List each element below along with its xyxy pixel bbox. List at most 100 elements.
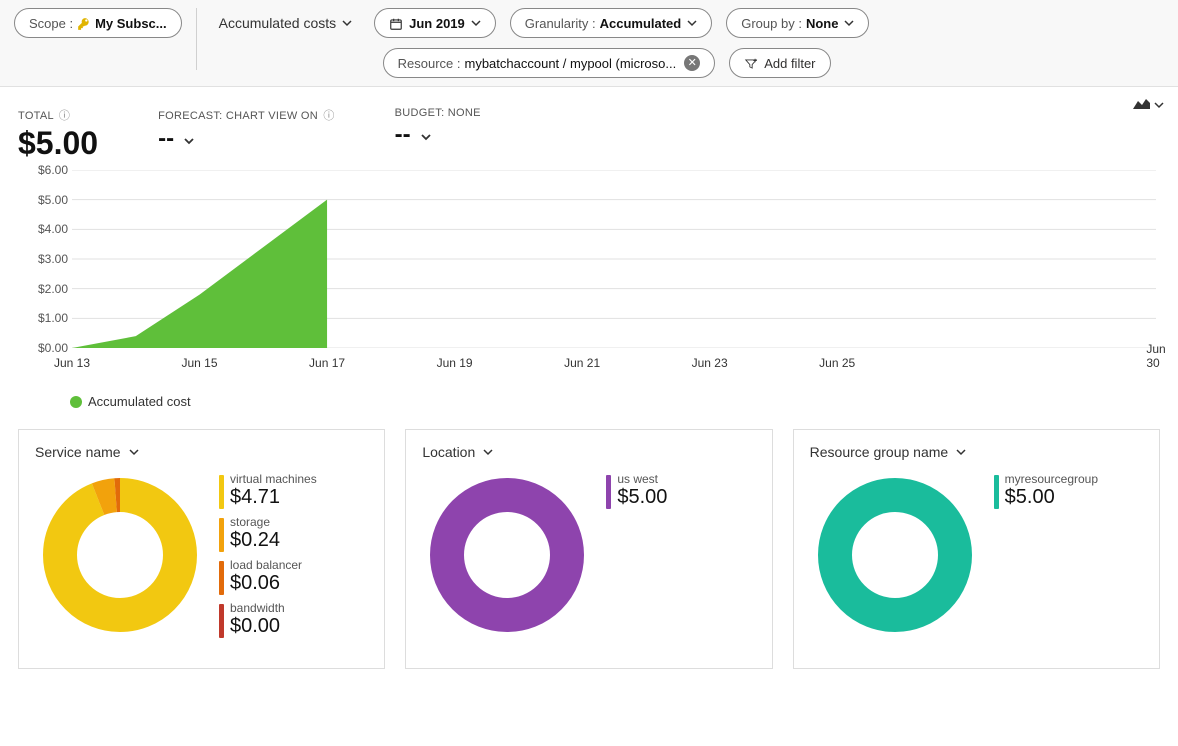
kpi-forecast-value: --	[158, 125, 174, 153]
chart-y-tick: $4.00	[18, 222, 68, 236]
legend-item: load balancer $0.06	[219, 558, 317, 595]
period-value: Jun 2019	[409, 16, 465, 31]
info-icon[interactable]: ⓘ	[323, 110, 334, 122]
legend-item-name: bandwidth	[230, 601, 285, 615]
card-body: virtual machines $4.71 storage $0.24	[35, 470, 368, 640]
key-icon	[77, 15, 91, 31]
legend-item-value: $0.06	[230, 572, 302, 595]
period-picker[interactable]: Jun 2019	[374, 8, 496, 38]
legend-item: storage $0.24	[219, 515, 317, 552]
legend-item: virtual machines $4.71	[219, 472, 317, 509]
calendar-icon	[389, 15, 403, 31]
kpi-row: TOTAL ⓘ $5.00 FORECAST: CHART VIEW ON ⓘ …	[0, 87, 1178, 170]
legend-item-name: myresourcegroup	[1005, 472, 1098, 486]
scope-value: My Subsc...	[95, 16, 167, 31]
legend-item-value: $0.24	[230, 529, 280, 552]
card-title-dropdown[interactable]: Location	[422, 444, 493, 460]
legend-label: Accumulated cost	[88, 394, 191, 409]
legend-swatch	[219, 561, 224, 595]
kpi-budget-value: --	[395, 121, 411, 149]
chart-x-tick: Jun 17	[309, 356, 345, 370]
add-filter-button[interactable]: Add filter	[729, 48, 830, 78]
kpi-total: TOTAL ⓘ $5.00	[18, 107, 98, 162]
card-title-label: Service name	[35, 444, 121, 460]
groupby-value: None	[806, 16, 839, 31]
legend-item: bandwidth $0.00	[219, 601, 317, 638]
filter-bar: Scope : My Subsc... Accumulated costs Ju…	[0, 0, 1178, 87]
legend-item-name: us west	[617, 472, 667, 486]
breakdown-card: Service name virtual machines $4.71	[18, 429, 385, 669]
chart-y-tick: $5.00	[18, 193, 68, 207]
chevron-down-icon[interactable]	[421, 121, 431, 149]
kpi-budget: BUDGET: NONE --	[395, 107, 481, 149]
breakdown-card: Location us west $5.00	[405, 429, 772, 669]
donut-chart	[422, 470, 592, 640]
chart-x-tick: Jun 15	[182, 356, 218, 370]
chart-x-tick: Jun 21	[564, 356, 600, 370]
legend-item-name: load balancer	[230, 558, 302, 572]
scope-section: Scope : My Subsc...	[14, 8, 197, 70]
legend-item-name: virtual machines	[230, 472, 317, 486]
granularity-picker[interactable]: Granularity : Accumulated	[510, 8, 712, 38]
chart-x-tick: Jun 30	[1146, 342, 1165, 370]
groupby-picker[interactable]: Group by : None	[726, 8, 869, 38]
chevron-down-icon[interactable]	[184, 125, 194, 153]
clear-filter-icon[interactable]: ✕	[684, 55, 700, 71]
legend-item-value: $4.71	[230, 486, 317, 509]
filter-row-2: Resource : mybatchaccount / mypool (micr…	[211, 48, 870, 78]
card-body: us west $5.00	[422, 470, 755, 640]
chevron-down-icon	[844, 16, 854, 31]
chart-x-tick: Jun 19	[437, 356, 473, 370]
resource-filter[interactable]: Resource : mybatchaccount / mypool (micr…	[383, 48, 716, 78]
card-title-dropdown[interactable]: Service name	[35, 444, 139, 460]
chevron-down-icon	[483, 444, 493, 460]
legend-item-value: $5.00	[617, 486, 667, 509]
chart-y-tick: $1.00	[18, 311, 68, 325]
chart-y-tick: $2.00	[18, 282, 68, 296]
groupby-label: Group by :	[741, 16, 802, 31]
chevron-down-icon	[129, 444, 139, 460]
chart-legend: Accumulated cost	[70, 394, 1178, 409]
card-title-dropdown[interactable]: Resource group name	[810, 444, 967, 460]
chevron-down-icon	[342, 15, 352, 31]
legend-item-name: storage	[230, 515, 280, 529]
resource-value: mybatchaccount / mypool (microso...	[465, 56, 677, 71]
chevron-down-icon	[687, 16, 697, 31]
chart-x-tick: Jun 13	[54, 356, 90, 370]
kpi-total-label: TOTAL	[18, 110, 54, 122]
kpi-total-value: $5.00	[18, 125, 98, 162]
legend-item-value: $0.00	[230, 615, 285, 638]
granularity-value: Accumulated	[600, 16, 682, 31]
breakdown-cards: Service name virtual machines $4.71	[0, 409, 1178, 669]
scope-label: Scope :	[29, 16, 73, 31]
chart-x-tick: Jun 23	[692, 356, 728, 370]
legend-item: myresourcegroup $5.00	[994, 472, 1098, 509]
chevron-down-icon	[1154, 98, 1164, 113]
legend-list: us west $5.00	[606, 472, 667, 509]
view-dropdown[interactable]: Accumulated costs	[211, 8, 361, 38]
chevron-down-icon	[956, 444, 966, 460]
legend-swatch	[606, 475, 611, 509]
chart-y-tick: $3.00	[18, 252, 68, 266]
legend-item-value: $5.00	[1005, 486, 1098, 509]
legend-list: myresourcegroup $5.00	[994, 472, 1098, 509]
legend-swatch	[219, 475, 224, 509]
chart-x-tick: Jun 25	[819, 356, 855, 370]
kpi-forecast: FORECAST: CHART VIEW ON ⓘ --	[158, 107, 335, 153]
info-icon[interactable]: ⓘ	[59, 110, 70, 122]
resource-label: Resource :	[398, 56, 461, 71]
chevron-down-icon	[471, 16, 481, 31]
chart-y-tick: $0.00	[18, 341, 68, 355]
legend-swatch	[70, 396, 82, 408]
legend-item: us west $5.00	[606, 472, 667, 509]
donut-chart	[810, 470, 980, 640]
chart-type-toggle[interactable]	[1132, 97, 1164, 114]
accumulated-cost-chart: $0.00$1.00$2.00$3.00$4.00$5.00$6.00 Jun …	[18, 170, 1160, 370]
legend-list: virtual machines $4.71 storage $0.24	[219, 472, 317, 638]
filter-icon	[744, 55, 758, 71]
legend-swatch	[219, 518, 224, 552]
granularity-label: Granularity :	[525, 16, 596, 31]
card-body: myresourcegroup $5.00	[810, 470, 1143, 640]
scope-picker[interactable]: Scope : My Subsc...	[14, 8, 182, 38]
filter-row-1: Accumulated costs Jun 2019 Granularity :…	[211, 8, 870, 38]
